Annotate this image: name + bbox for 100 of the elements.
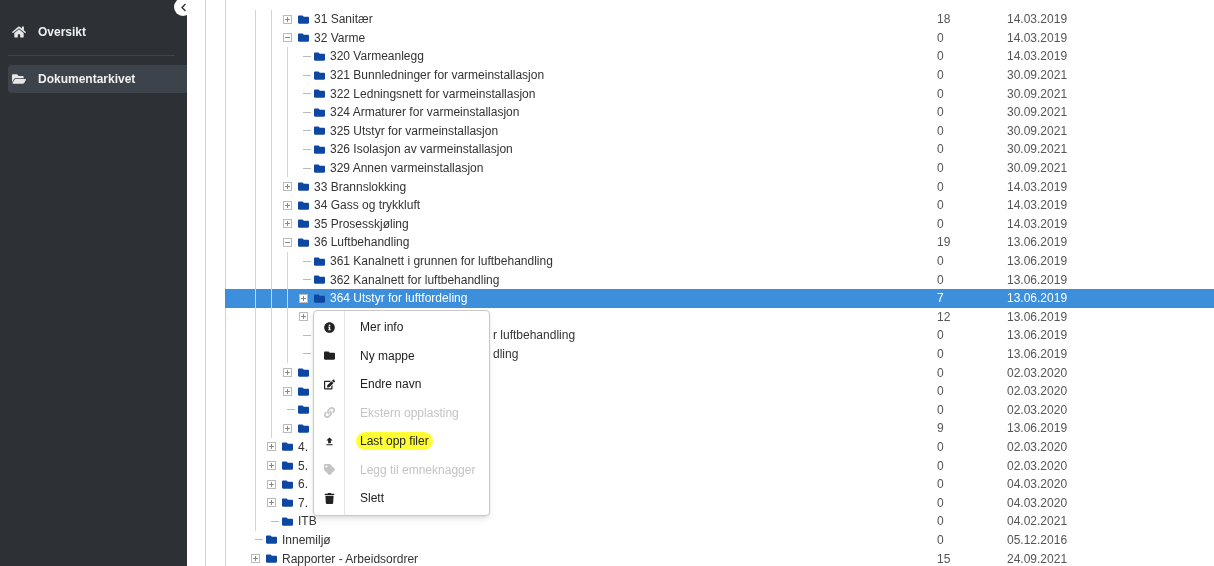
modified-date: 02.03.2020 [1007,364,1069,382]
modified-date: 13.06.2019 [1007,234,1069,252]
modified-date: 14.03.2019 [1007,197,1069,215]
folder-name[interactable]: 34 Gass og trykkluft [314,196,421,215]
folder-icon [313,51,326,62]
modified-date: 30.09.2021 [1007,104,1069,122]
folder-icon [297,422,310,434]
folder-icon [265,534,278,546]
folder-name[interactable]: 36 Luftbehandling [314,233,410,252]
collapse-toggle[interactable] [282,33,292,43]
collapse-toggle[interactable] [282,237,292,247]
expand-toggle[interactable] [282,219,292,229]
expand-toggle[interactable] [282,14,292,24]
expand-toggle[interactable] [298,312,308,322]
folder-icon [281,497,294,509]
expand-toggle[interactable] [282,368,292,378]
modified-date: 13.06.2019 [1007,308,1069,326]
folder-name[interactable]: 4. [298,437,308,456]
file-count: 0 [937,160,945,178]
file-count: 19 [937,234,952,252]
expand-toggle[interactable] [266,442,276,452]
folder-name[interactable]: 325 Utstyr for varmeinstallasjon [330,121,499,140]
modified-date: 14.03.2019 [1007,215,1069,233]
menu-item[interactable]: Mer info [314,313,489,342]
menu-item[interactable]: Last opp filer [314,427,489,456]
folder-icon [12,72,26,86]
folder-name[interactable]: dling [493,345,519,363]
folder-name[interactable]: r luftbehandling [493,326,576,345]
folder-name[interactable]: 324 Armaturer for varmeinstallasjon [330,103,520,122]
folder-icon [281,460,294,472]
expand-toggle[interactable] [282,200,292,210]
folder-name[interactable]: 7. [298,493,308,512]
menu-item[interactable]: Ny mappe [314,341,489,370]
file-count: 0 [937,48,945,66]
file-count: 0 [937,67,945,85]
folder-icon [297,236,310,248]
edit-icon [323,378,335,390]
sidebar-item[interactable]: Dokumentarkivet [8,65,187,93]
folder-name[interactable]: 322 Ledningsnett for varmeinstallasjon [330,84,536,103]
menu-label: Mer info [359,319,405,337]
folder-icon [297,385,310,397]
expand-toggle[interactable] [266,498,276,508]
modified-date: 24.09.2021 [1007,550,1069,566]
modified-date: 13.06.2019 [1007,327,1069,345]
folder-name[interactable]: ITB [298,512,317,531]
folder-icon [297,218,310,230]
file-count: 0 [937,346,945,363]
file-count: 12 [937,308,952,326]
expand-toggle[interactable] [250,554,260,563]
expand-toggle[interactable] [298,293,308,303]
folder-icon [313,292,326,304]
folder-name[interactable]: 361 Kanalnett i grunnen for luftbehandling [330,252,553,270]
upload-icon [323,435,335,447]
menu-item[interactable]: Slett [314,484,489,513]
sidebar-item[interactable]: Oversikt [8,18,187,46]
link-icon [323,407,335,419]
folder-name[interactable]: 31 Sanitær [314,10,373,29]
file-count: 0 [937,85,945,103]
folder-name[interactable]: 6. [298,475,308,494]
expand-toggle[interactable] [282,423,292,433]
file-count: 0 [937,271,945,289]
modified-date: 02.03.2020 [1007,457,1069,475]
folder-name[interactable]: 32 Varme [314,28,366,47]
folder-icon [297,404,310,416]
modified-date: 30.09.2021 [1007,85,1069,103]
expand-toggle[interactable] [282,386,292,396]
modified-date: 02.03.2020 [1007,383,1069,401]
trash-icon [323,492,335,504]
modified-date: 04.03.2020 [1007,476,1069,494]
folder-name[interactable]: 33 Brannslokking [314,177,407,196]
folder-icon [297,199,310,211]
folder-name[interactable]: 35 Prosesskjøling [314,214,409,233]
menu-label: Slett [359,490,385,508]
folder-name[interactable]: 321 Bunnledninger for varmeinstallasjon [330,66,545,85]
folder-icon [313,125,326,137]
menu-item[interactable]: Endre navn [314,370,489,399]
folder-name[interactable]: 326 Isolasjon av varmeinstallasjon [330,140,513,159]
file-count: 0 [937,327,945,345]
modified-date: 04.03.2020 [1007,494,1069,512]
expand-toggle[interactable] [266,461,276,471]
chevron-left-icon [178,2,188,12]
folder-name[interactable]: 329 Annen varmeinstallasjon [330,159,484,178]
folder-name[interactable]: Rapporter - Arbeidsordrer [282,549,419,566]
folder-name[interactable]: 5. [298,456,308,475]
expand-toggle[interactable] [266,479,276,489]
folder-name[interactable]: Innemiljø [282,530,331,549]
modified-date: 14.03.2019 [1007,48,1069,66]
folder-name[interactable]: 362 Kanalnett for luftbehandling [330,270,500,289]
modified-date: 13.06.2019 [1007,271,1069,289]
file-count: 15 [937,550,952,566]
file-count: 18 [937,11,952,29]
file-count: 0 [937,494,945,512]
folder-name[interactable]: 320 Varmeanlegg [330,47,424,66]
folder-icon [281,441,294,453]
folder-icon [323,350,335,362]
modified-date: 02.03.2020 [1007,401,1069,419]
modified-date: 13.06.2019 [1007,346,1069,363]
expand-toggle[interactable] [282,182,292,192]
file-count: 0 [937,122,945,140]
folder-icon [313,274,326,286]
